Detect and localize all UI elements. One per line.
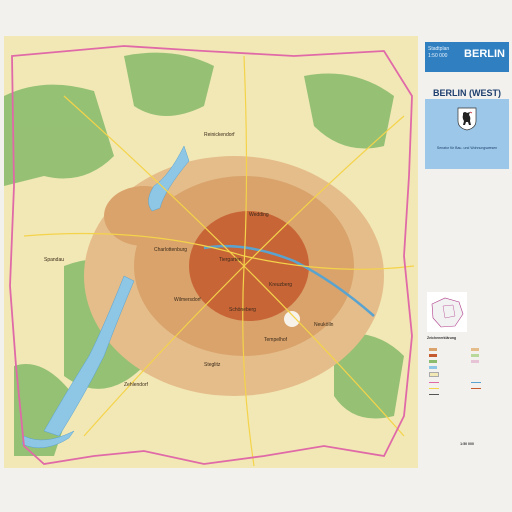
city-map: Spandau Reinickendorf Charlottenburg Wil…: [4, 36, 418, 468]
district-label: Wedding: [249, 212, 269, 218]
map-sheet: { "header": { "small_caption": "Stadtpla…: [0, 0, 512, 512]
district-label: Spandau: [44, 257, 64, 263]
title-panel: Stadtplan 1:50 000 BERLIN: [425, 42, 509, 72]
district-label: Schöneberg: [229, 307, 256, 313]
district-label: Tempelhof: [264, 337, 288, 343]
legend-swatch-park: [471, 354, 479, 357]
district-label: Kreuzberg: [269, 282, 292, 288]
legend-scale: 1:50 000: [460, 442, 474, 446]
legend-swatch-built-up: [429, 348, 437, 351]
map-legend: Zeichenerklärung 1:50 000: [425, 292, 509, 462]
legend-line-rail: [429, 394, 439, 395]
legend-swatch-forest: [429, 360, 437, 363]
legend-swatch-special: [471, 360, 479, 363]
legend-line-waterway: [471, 382, 481, 383]
map-scale-caption: Stadtplan 1:50 000: [428, 46, 450, 59]
city-title: BERLIN: [464, 48, 505, 60]
berlin-bear-crest-icon: [457, 107, 477, 131]
district-label: Zehlendorf: [124, 382, 149, 388]
overview-inset-map: [427, 292, 467, 332]
legend-line-main-road: [471, 388, 481, 389]
legend-title: Zeichenerklärung: [427, 336, 457, 340]
legend-line-road: [429, 388, 439, 389]
district-label: Neukölln: [314, 322, 334, 328]
legend-swatch-center: [429, 354, 437, 357]
legend-swatch-open-land: [429, 372, 439, 377]
legend-swatch-water: [429, 366, 437, 369]
publisher-note: Senator für Bau- und Wohnungswesen: [436, 146, 498, 150]
district-label: Steglitz: [204, 362, 221, 368]
district-label: Tiergarten: [219, 257, 242, 263]
district-label: Charlottenburg: [154, 247, 187, 253]
crest-panel: Senator für Bau- und Wohnungswesen: [425, 99, 509, 169]
legend-swatch-suburb: [471, 348, 479, 351]
district-label: Wilmersdorf: [174, 297, 201, 303]
legend-line-border: [429, 382, 439, 383]
map-subtitle: BERLIN (WEST): [433, 88, 501, 98]
district-label: Reinickendorf: [204, 132, 235, 138]
